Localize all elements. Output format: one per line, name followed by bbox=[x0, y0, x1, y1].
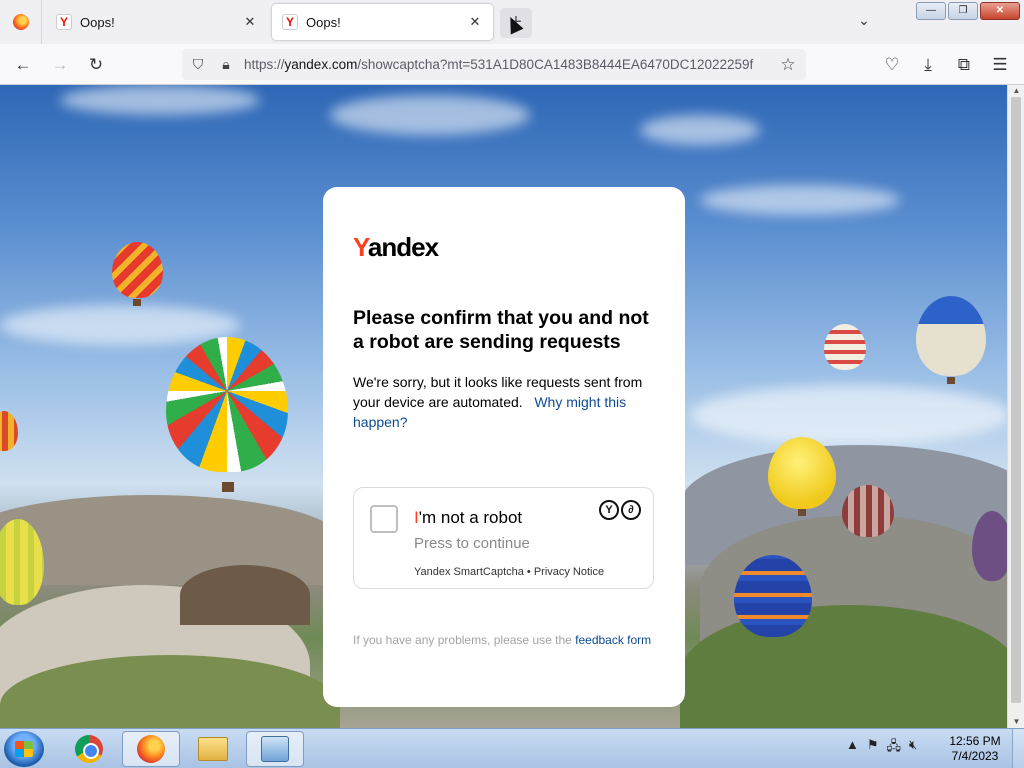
chevron-down-icon: ⌄ bbox=[858, 12, 870, 28]
balloon-basket bbox=[133, 299, 141, 306]
page-scrollbar[interactable]: ▲ ▼ bbox=[1007, 85, 1024, 728]
not-a-robot-checkbox[interactable] bbox=[370, 505, 398, 533]
minimize-button[interactable]: — bbox=[916, 2, 946, 20]
yandex-favicon-icon: Y bbox=[282, 14, 298, 30]
feedback-form-link[interactable]: feedback form bbox=[575, 633, 651, 647]
back-button[interactable]: ← bbox=[10, 52, 36, 78]
hot-air-balloon bbox=[768, 437, 836, 509]
problems-note: If you have any problems, please use the… bbox=[353, 631, 653, 649]
cloud bbox=[330, 95, 530, 135]
yandex-favicon-icon: Y bbox=[56, 14, 72, 30]
system-tray: ▲ ⚑ 🖧︎ 🔇︎ bbox=[846, 737, 917, 759]
mountain bbox=[0, 495, 340, 585]
window-controls: — ❐ ✕ bbox=[916, 2, 1020, 20]
firefox-view-button[interactable] bbox=[0, 0, 42, 44]
hot-air-balloon bbox=[166, 337, 288, 472]
shield-icon[interactable]: ⛉ bbox=[186, 56, 210, 73]
balloon-basket bbox=[798, 509, 806, 516]
smartcaptcha-circle-icon: ∂ bbox=[621, 500, 641, 520]
action-center-flag-icon[interactable]: ⚑ bbox=[867, 737, 879, 759]
system-clock[interactable]: 12:56 PM 7/4/2023 bbox=[940, 734, 1010, 764]
yandex-logo-y: Y bbox=[353, 232, 369, 262]
hot-air-balloon bbox=[734, 555, 812, 637]
pocket-icon[interactable]: ♡ bbox=[879, 52, 905, 78]
hot-air-balloon bbox=[916, 296, 986, 376]
downloads-icon[interactable]: ⤓ bbox=[915, 52, 941, 78]
label-rest: 'm not a robot bbox=[418, 508, 523, 527]
scroll-up-arrow-icon[interactable]: ▲ bbox=[1008, 85, 1024, 97]
hot-air-balloon bbox=[972, 511, 1007, 581]
tab-strip: Y Oops! ✕ Y Oops! ✕ + ⌄ — ❐ ✕ bbox=[0, 0, 1024, 44]
press-to-continue-text: Press to continue bbox=[414, 535, 530, 552]
tab-close-icon[interactable]: ✕ bbox=[467, 14, 483, 30]
firefox-icon bbox=[12, 14, 29, 30]
list-all-tabs-button[interactable]: ⌄ bbox=[852, 12, 876, 32]
hot-air-balloon bbox=[112, 242, 163, 298]
chrome-icon bbox=[75, 735, 103, 763]
not-a-robot-label[interactable]: I'm not a robot bbox=[414, 508, 522, 528]
forward-button[interactable]: → bbox=[47, 52, 73, 78]
balloon-basket bbox=[947, 377, 955, 384]
show-desktop-button[interactable] bbox=[1012, 729, 1024, 768]
hot-air-balloon bbox=[824, 324, 866, 370]
control-panel-icon bbox=[261, 736, 289, 762]
windows-taskbar: ▲ ⚑ 🖧︎ 🔇︎ 12:56 PM 7/4/2023 bbox=[0, 728, 1024, 768]
firefox-icon bbox=[137, 735, 165, 763]
captcha-heading: Please confirm that you and not a robot … bbox=[353, 307, 649, 353]
extensions-icon[interactable]: ⧉ bbox=[951, 52, 977, 78]
taskbar-explorer[interactable] bbox=[184, 731, 242, 767]
page-background: Yandex Please confirm that you and not a… bbox=[0, 85, 1007, 728]
tab-oops-1[interactable]: Y Oops! ✕ bbox=[46, 4, 268, 40]
yandex-circle-icon: Y bbox=[599, 500, 619, 520]
balloon-basket bbox=[222, 482, 234, 492]
windows-logo-icon bbox=[15, 741, 33, 757]
hot-air-balloon bbox=[842, 485, 894, 537]
scroll-down-arrow-icon[interactable]: ▼ bbox=[1008, 716, 1024, 728]
folder-icon bbox=[198, 737, 228, 761]
yandex-logo[interactable]: Yandex bbox=[353, 232, 439, 263]
navigation-toolbar: ← → ↻ ⛉ 🔒︎ https://yandex.com/showcaptch… bbox=[0, 44, 1024, 85]
cloud bbox=[60, 85, 260, 115]
show-hidden-icons-icon[interactable]: ▲ bbox=[846, 737, 859, 759]
yandex-logo-rest: andex bbox=[367, 232, 439, 262]
app-menu-icon[interactable]: ☰ bbox=[987, 52, 1013, 78]
url-host: yandex.com bbox=[284, 57, 358, 72]
captcha-card: Yandex Please confirm that you and not a… bbox=[323, 187, 685, 707]
cloud bbox=[690, 385, 1007, 445]
lock-icon[interactable]: 🔒︎ bbox=[214, 56, 238, 73]
restore-button[interactable]: ❐ bbox=[948, 2, 978, 20]
url-path: /showcaptcha?mt=531A1D80CA1483B8444EA647… bbox=[357, 57, 754, 72]
network-icon[interactable]: 🖧︎ bbox=[887, 737, 902, 759]
clock-date: 7/4/2023 bbox=[951, 749, 999, 763]
problems-text: If you have any problems, please use the bbox=[353, 633, 576, 647]
scrollbar-thumb[interactable] bbox=[1011, 97, 1021, 703]
start-button[interactable] bbox=[4, 731, 44, 767]
tab-title: Oops! bbox=[306, 14, 341, 30]
smartcaptcha-widget[interactable]: I'm not a robot Press to continue Y ∂ Ya… bbox=[353, 487, 654, 589]
captcha-description: We're sorry, but it looks like requests … bbox=[353, 372, 663, 432]
reload-button[interactable]: ↻ bbox=[83, 52, 109, 78]
smartcaptcha-footer[interactable]: Yandex SmartCaptcha • Privacy Notice bbox=[414, 566, 604, 578]
cloud bbox=[700, 185, 900, 215]
taskbar-firefox[interactable] bbox=[122, 731, 180, 767]
taskbar-chrome[interactable] bbox=[60, 731, 118, 767]
tab-title: Oops! bbox=[80, 14, 115, 30]
bookmark-star-icon[interactable]: ☆ bbox=[776, 55, 800, 75]
smartcaptcha-logos: Y ∂ bbox=[599, 500, 641, 520]
cloud bbox=[640, 115, 760, 145]
rock-formation bbox=[180, 565, 310, 625]
url-scheme: https:// bbox=[244, 57, 285, 72]
taskbar-control-panel[interactable] bbox=[246, 731, 304, 767]
close-window-button[interactable]: ✕ bbox=[980, 2, 1020, 20]
tab-close-icon[interactable]: ✕ bbox=[242, 14, 258, 30]
clock-time: 12:56 PM bbox=[949, 734, 1001, 748]
hot-air-balloon bbox=[0, 411, 18, 451]
volume-muted-icon[interactable]: 🔇︎ bbox=[909, 737, 917, 759]
address-bar[interactable]: ⛉ 🔒︎ https://yandex.com/showcaptcha?mt=5… bbox=[182, 49, 806, 80]
cloud bbox=[0, 305, 240, 345]
url-text[interactable]: https://yandex.com/showcaptcha?mt=531A1D… bbox=[244, 57, 772, 72]
tab-oops-2[interactable]: Y Oops! ✕ bbox=[272, 4, 493, 40]
